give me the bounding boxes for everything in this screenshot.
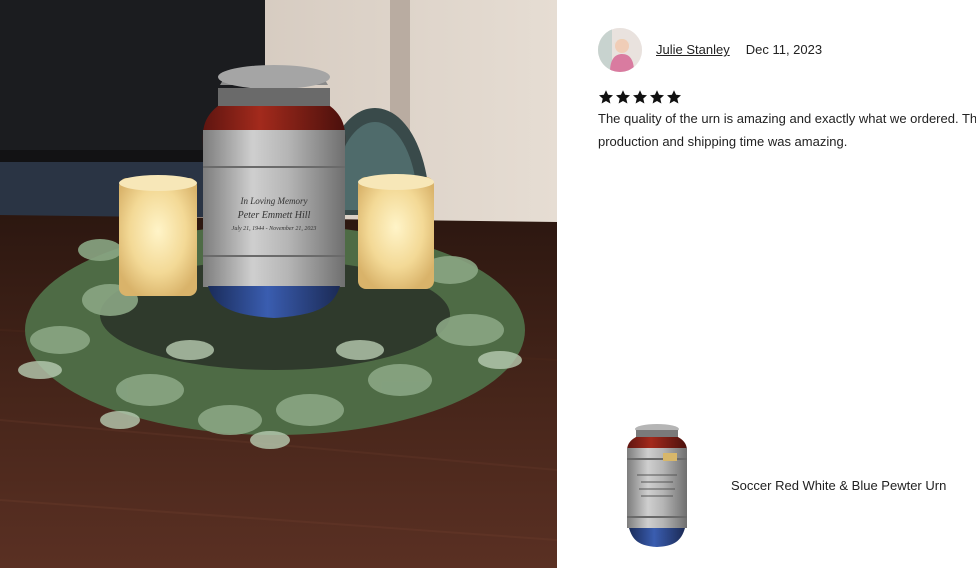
- star-icon: [650, 90, 664, 104]
- star-icon: [633, 90, 647, 104]
- review-text: The quality of the urn is amazing and ex…: [598, 107, 976, 153]
- review-text-line2: production and shipping time was amazing…: [598, 134, 848, 149]
- product-name-link[interactable]: Soccer Red White & Blue Pewter Urn: [731, 478, 946, 493]
- reviewed-product-link[interactable]: Soccer Red White & Blue Pewter Urn: [617, 420, 976, 550]
- star-icon: [616, 90, 630, 104]
- star-icon: [667, 90, 681, 104]
- reviewer-header: Julie Stanley Dec 11, 2023: [598, 27, 822, 72]
- review-text-line1: The quality of the urn is amazing and ex…: [598, 111, 976, 126]
- product-thumbnail[interactable]: [617, 420, 697, 550]
- reviewer-avatar[interactable]: [598, 27, 642, 72]
- review-date: Dec 11, 2023: [745, 42, 823, 57]
- reviewer-name-link[interactable]: Julie Stanley: [656, 42, 730, 57]
- engraving-line1: In Loving Memory: [240, 196, 308, 206]
- review-panel: Julie Stanley Dec 11, 2023 The quality o…: [557, 0, 976, 568]
- star-icon: [599, 90, 613, 104]
- engraving-line2: Peter Emmett Hill: [237, 210, 311, 221]
- engraving-line3: July 21, 1944 - November 21, 2023: [232, 225, 317, 232]
- review-photo[interactable]: In Loving Memory Peter Emmett Hill July …: [0, 0, 557, 568]
- star-rating: [598, 89, 682, 105]
